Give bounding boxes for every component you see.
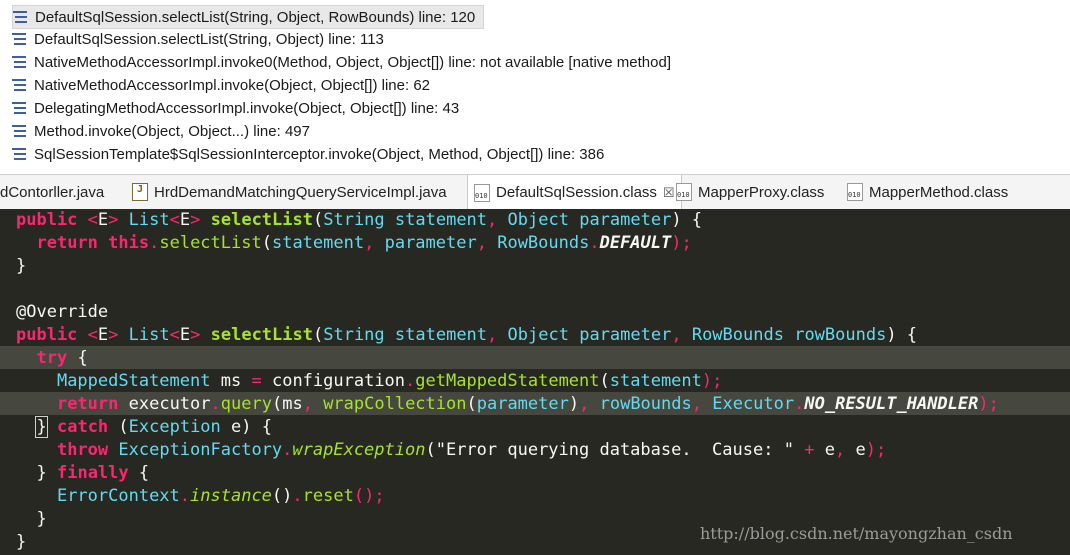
editor-tab-bar: dContorller.java HrdDemandMatchingQueryS… [0,174,1070,210]
stack-frame-label: DefaultSqlSession.selectList(String, Obj… [35,8,476,26]
code-line: @Override [16,302,109,322]
tab-label: HrdDemandMatchingQueryServiceImpl.java [154,183,447,201]
stack-frame-label: NativeMethodAccessorImpl.invoke0(Method,… [34,53,671,71]
code-line: public <E> List<E> selectList(String sta… [16,325,918,345]
code-line: try { [36,348,88,368]
class-file-icon [474,183,490,202]
stack-frame[interactable]: SqlSessionTemplate$SqlSessionInterceptor… [12,143,604,165]
stack-frame-label: DefaultSqlSession.selectList(String, Obj… [34,30,384,48]
code-line: } catch (Exception e) { [35,416,272,438]
stack-frame-label: DelegatingMethodAccessorImpl.invoke(Obje… [34,99,460,117]
stack-frame-icon [12,79,26,91]
stack-frame-icon [12,148,26,160]
code-line: ErrorContext.instance().reset(); [56,486,385,506]
stack-frame[interactable]: NativeMethodAccessorImpl.invoke0(Method,… [12,51,671,73]
stack-frame-label: NativeMethodAccessorImpl.invoke(Object, … [34,76,430,94]
stack-frame-icon [12,33,26,45]
class-file-icon [847,183,863,201]
close-icon[interactable]: ☒ [663,185,675,201]
code-line: } [16,532,27,552]
class-file-icon [676,183,692,201]
code-line: return this.selectList(statement, parame… [36,233,692,253]
tab-hrd-demand-service-impl[interactable]: HrdDemandMatchingQueryServiceImpl.java [132,175,447,209]
current-line-highlight [0,346,1070,369]
tab-mapper-proxy[interactable]: MapperProxy.class [676,175,824,209]
stack-frame-label: Method.invoke(Object, Object...) line: 4… [34,122,310,140]
stack-frame[interactable]: DefaultSqlSession.selectList(String, Obj… [12,5,485,29]
stack-frame-label: SqlSessionTemplate$SqlSessionInterceptor… [34,145,605,163]
code-line: } [36,509,47,529]
code-editor[interactable]: public <E> List<E> selectList(String sta… [0,209,1070,555]
tab-default-sql-session[interactable]: DefaultSqlSession.class ☒ [467,175,682,210]
code-line: public <E> List<E> selectList(String sta… [16,210,703,230]
tab-label: MapperProxy.class [698,183,825,201]
tab-mapper-method[interactable]: MapperMethod.class [847,175,1008,209]
stack-frame[interactable]: NativeMethodAccessorImpl.invoke(Object, … [12,74,430,96]
tab-label: dContorller.java [0,183,105,201]
java-file-icon [132,183,148,201]
stack-frame-icon [13,11,27,23]
tab-label: MapperMethod.class [869,183,1009,201]
tab-contorller-java[interactable]: dContorller.java [0,175,104,209]
stack-frame[interactable]: DelegatingMethodAccessorImpl.invoke(Obje… [12,97,459,119]
code-line: } [16,256,27,276]
code-line: } finally { [36,463,150,483]
watermark: http://blog.csdn.net/mayongzhan_csdn [700,524,1013,543]
debug-stack-frames: DefaultSqlSession.selectList(String, Obj… [0,0,1070,170]
stack-frame[interactable]: DefaultSqlSession.selectList(String, Obj… [12,28,384,50]
stack-frame-icon [12,102,26,114]
stack-frame-icon [12,125,26,137]
stack-frame-icon [12,56,26,68]
code-line: MappedStatement ms = configuration.getMa… [56,371,723,391]
tab-label: DefaultSqlSession.class [496,184,657,201]
code-line: throw ExceptionFactory.wrapException("Er… [56,440,887,460]
code-line: return executor.query(ms, wrapCollection… [56,394,999,414]
stack-frame[interactable]: Method.invoke(Object, Object...) line: 4… [12,120,310,142]
